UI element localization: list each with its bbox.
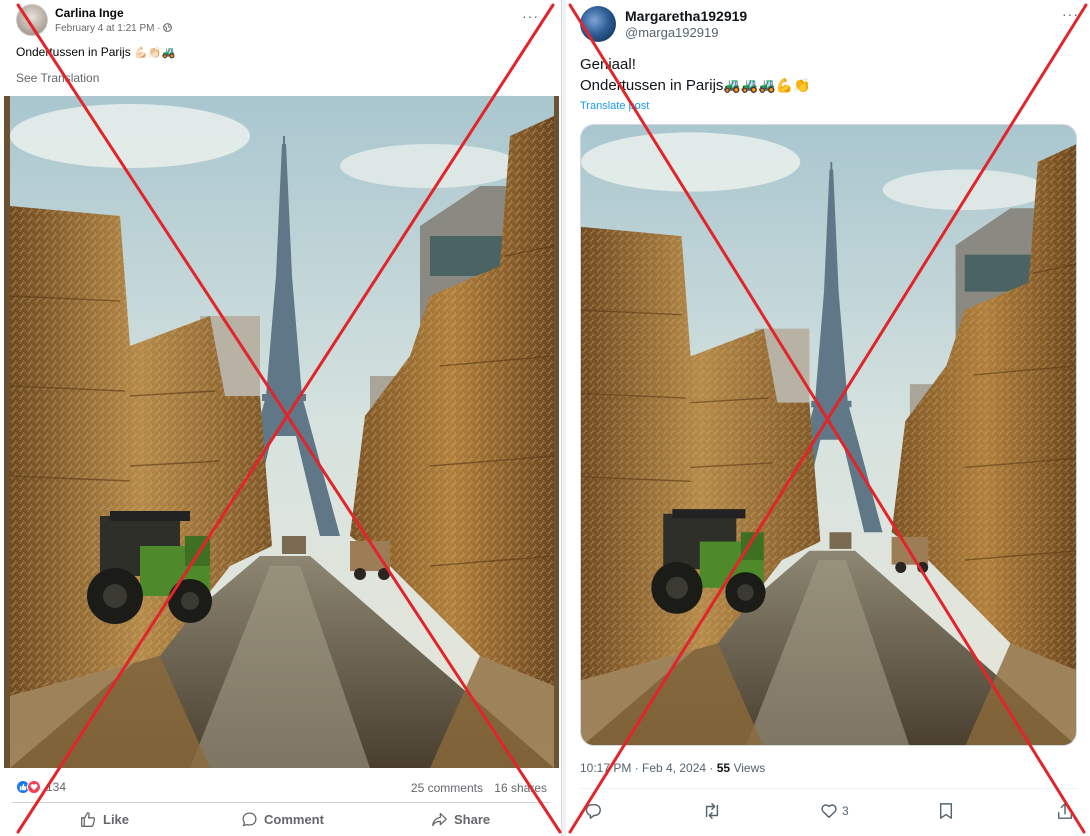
share-icon (432, 812, 447, 827)
reply-button[interactable] (584, 802, 602, 820)
upload-share-icon (1057, 803, 1073, 819)
thumbs-up-icon (81, 812, 96, 827)
author-avatar[interactable] (580, 6, 616, 42)
post-timestamp[interactable]: February 4 at 1:21 PM · (55, 23, 173, 34)
share-label: Share (454, 812, 491, 827)
author-name[interactable]: Carlina Inge (55, 6, 124, 20)
post-photo[interactable] (580, 124, 1077, 746)
author-avatar[interactable] (16, 4, 48, 36)
like-label: Like (103, 812, 130, 827)
post-meta: 10:17 PM · Feb 4, 2024 · 55 Views (580, 761, 766, 775)
translate-post-link[interactable]: Translate post (580, 100, 649, 112)
likes-count: 3 (842, 804, 849, 818)
share-button[interactable] (1056, 802, 1074, 820)
share-button[interactable]: Share (431, 811, 490, 828)
like-button[interactable]: Like (80, 811, 129, 828)
post-stats: 25 comments 16 shares (403, 781, 547, 795)
divider (580, 788, 1077, 789)
post-emoji: 🚜🚜🚜💪👏 (723, 77, 811, 93)
post-text-line-1: Geniaal! (580, 56, 636, 73)
post-text-line-2: Ondertussen in Parijs🚜🚜🚜💪👏 (580, 77, 811, 94)
post-text: Ondertussen in Parijs 💪🏻👏🏻🚜 (16, 45, 176, 59)
heart-icon (821, 804, 837, 819)
love-reaction-icon (27, 780, 41, 794)
post-emoji: 💪🏻👏🏻🚜 (134, 47, 176, 59)
paris-hay-bales-photo (581, 125, 1076, 745)
repost-icon (705, 803, 719, 819)
repost-button[interactable] (702, 802, 722, 820)
comments-count[interactable]: 25 comments (411, 781, 483, 795)
reply-icon (585, 803, 601, 819)
post-time-date[interactable]: 10:17 PM · Feb 4, 2024 · (580, 761, 717, 775)
more-options-button[interactable]: ··· (1062, 6, 1079, 22)
bookmark-button[interactable] (938, 802, 954, 820)
bookmark-icon (939, 803, 953, 819)
divider (12, 802, 550, 803)
reaction-count: 134 (46, 780, 67, 794)
comment-label: Comment (264, 812, 324, 827)
facebook-post: Carlina Inge February 4 at 1:21 PM · ···… (0, 0, 562, 836)
post-photo[interactable] (4, 96, 559, 768)
views-count: 55 (716, 761, 731, 775)
paris-hay-bales-photo (10, 96, 554, 768)
comment-icon (242, 812, 257, 827)
like-button[interactable]: 3 (820, 802, 849, 820)
x-post: Margaretha192919 @marga192919 ··· Geniaa… (566, 0, 1090, 836)
more-options-button[interactable]: ··· (522, 8, 539, 24)
see-translation-link[interactable]: See Translation (16, 71, 99, 85)
author-handle[interactable]: @marga192919 (625, 25, 718, 40)
comment-button[interactable]: Comment (241, 811, 324, 828)
globe-icon (163, 23, 173, 32)
author-display-name[interactable]: Margaretha192919 (625, 8, 747, 24)
reactions-summary[interactable]: 134 (16, 780, 66, 794)
shares-count[interactable]: 16 shares (494, 781, 547, 795)
